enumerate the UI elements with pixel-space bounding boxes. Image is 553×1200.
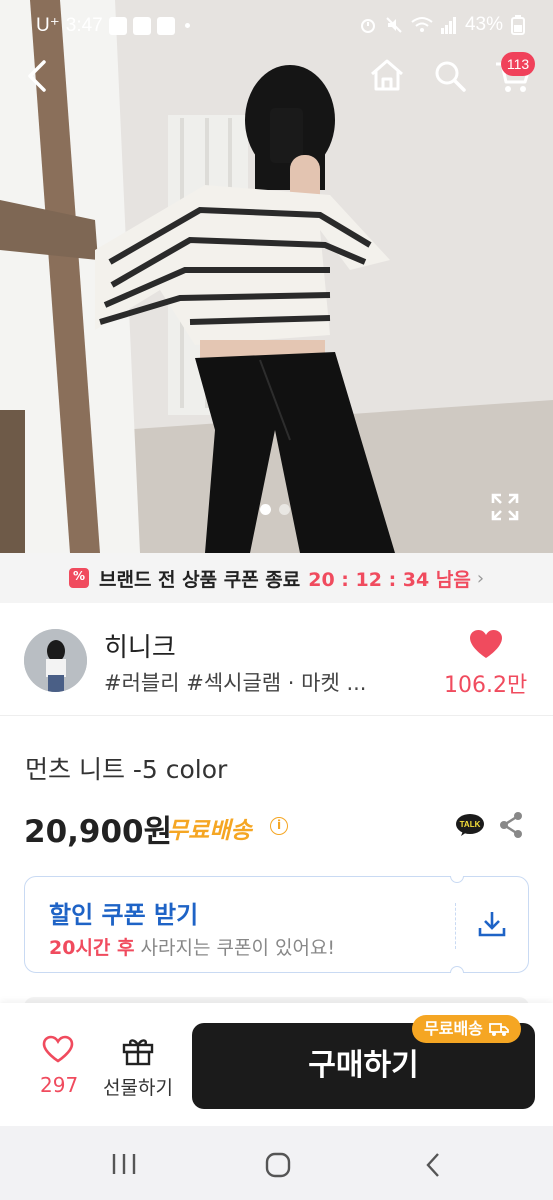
store-like-heart-icon[interactable] — [469, 629, 503, 659]
truck-icon — [488, 1023, 509, 1036]
coupon-divider — [455, 903, 456, 949]
coupon-card[interactable]: 할인 쿠폰 받기 20시간 후 사라지는 쿠폰이 있어요! — [24, 876, 529, 973]
battery-percent: 43% — [464, 14, 503, 35]
coupon-subtitle-text: 사라지는 쿠폰이 있어요! — [134, 937, 336, 959]
fullscreen-icon[interactable] — [491, 493, 519, 521]
bottom-action-bar: 297 선물하기 구매하기 무료배송 — [0, 1003, 553, 1126]
gallery-notification-icon — [132, 16, 151, 35]
coupon-notch-bottom — [450, 966, 464, 973]
product-title: 먼츠 니트 -5 color — [25, 755, 228, 784]
wifi-icon — [411, 17, 433, 32]
status-right: 43% — [359, 14, 525, 36]
alarm-icon — [360, 19, 375, 33]
cart-count-badge: 113 — [501, 52, 535, 76]
store-tags: #러블리 #섹시글램 · 마켓 ... — [104, 671, 367, 695]
store-row[interactable]: 히니크 #러블리 #섹시글램 · 마켓 ... 106.2만 — [0, 603, 553, 716]
signal-icon — [440, 17, 456, 34]
free-shipping-label: 무료배송 — [167, 818, 252, 844]
store-name[interactable]: 히니크 — [104, 627, 176, 664]
gallery-dot-1[interactable] — [260, 504, 271, 515]
gift-icon[interactable] — [122, 1036, 154, 1066]
coupon-notch-top — [450, 876, 464, 883]
mute-icon — [386, 17, 402, 33]
search-icon[interactable] — [433, 59, 467, 93]
info-icon[interactable]: i — [270, 817, 288, 835]
free-shipping-badge-label: 무료배송 — [424, 1019, 483, 1038]
system-navigation-bar — [0, 1126, 553, 1200]
coupon-subtitle: 20시간 후 사라지는 쿠폰이 있어요! — [49, 933, 335, 960]
clock: 3:47 — [65, 14, 103, 36]
gift-label[interactable]: 선물하기 — [103, 1073, 173, 1100]
status-bar: U⁺ 3:47 43% — [0, 0, 553, 52]
back-icon[interactable] — [24, 58, 50, 94]
coupon-deadline-banner[interactable]: 브랜드 전 상품 쿠폰 종료 20 : 12 : 34 남음 › — [0, 553, 553, 603]
svg-text:TALK: TALK — [460, 820, 481, 829]
store-avatar-image — [24, 629, 87, 692]
product-price: 20,900원 — [24, 814, 173, 850]
coupon-highlight: 20시간 후 — [49, 937, 135, 959]
more-notifications-icon — [184, 23, 190, 28]
download-icon[interactable] — [478, 910, 506, 938]
share-icon[interactable] — [498, 811, 524, 839]
gallery-pagination — [260, 504, 290, 515]
youtube-notification-icon — [156, 16, 175, 35]
notification-icon — [108, 16, 127, 35]
home-icon[interactable] — [369, 58, 405, 92]
kakaotalk-share-icon[interactable]: TALK — [455, 813, 485, 837]
free-shipping-badge: 무료배송 — [412, 1015, 521, 1043]
home-button-icon[interactable] — [265, 1152, 291, 1178]
promo-timer: 20 : 12 : 34 남음 — [308, 568, 471, 591]
coupon-icon — [68, 568, 89, 588]
coupon-title: 할인 쿠폰 받기 — [49, 901, 199, 929]
chevron-right-icon: › — [476, 567, 485, 589]
store-like-count: 106.2만 — [444, 673, 528, 698]
store-avatar[interactable] — [24, 629, 87, 692]
product-photo — [0, 0, 553, 553]
carrier-label: U⁺ — [36, 15, 60, 36]
system-back-icon[interactable] — [424, 1152, 442, 1178]
like-heart-icon[interactable] — [42, 1035, 74, 1063]
promo-text: 브랜드 전 상품 쿠폰 종료 — [98, 568, 301, 591]
status-left: U⁺ 3:47 — [36, 14, 190, 37]
like-count: 297 — [40, 1073, 79, 1097]
gallery-dot-2[interactable] — [279, 504, 290, 515]
recent-apps-icon[interactable] — [111, 1152, 137, 1176]
battery-icon — [511, 15, 525, 35]
product-image[interactable]: U⁺ 3:47 43% 113 — [0, 0, 553, 553]
